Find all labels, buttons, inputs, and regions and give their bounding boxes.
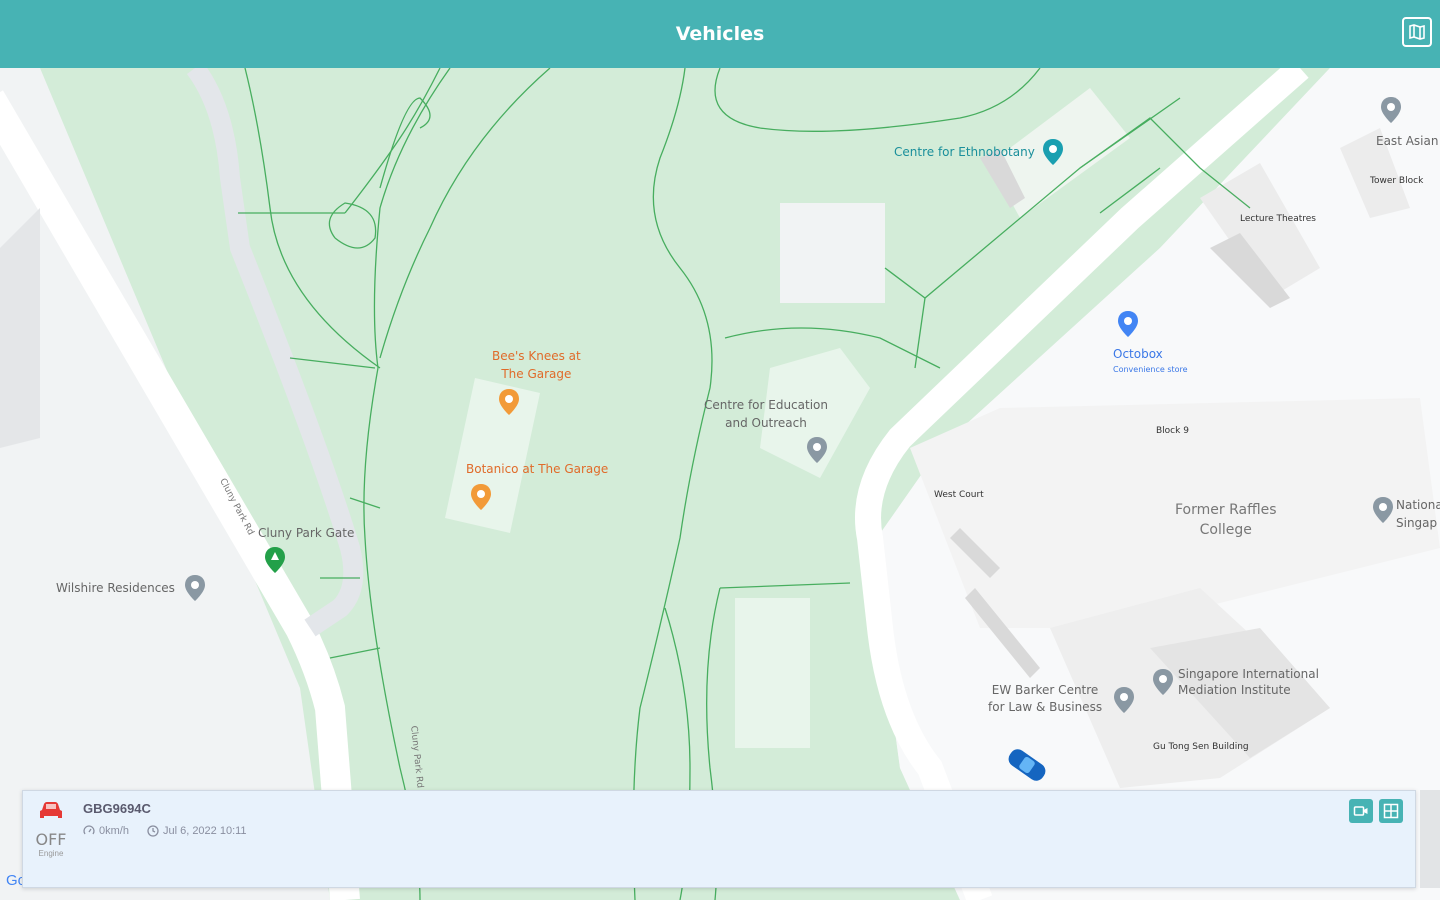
- vehicle-speed: 0km/h: [99, 825, 129, 837]
- building-label-gu-tong-sen: Gu Tong Sen Building: [1153, 742, 1249, 752]
- video-camera-icon: [1353, 806, 1368, 816]
- vehicle-meta: 0km/h Jul 6, 2022 10:11: [83, 825, 247, 837]
- map-view[interactable]: Centre for Ethnobotany East Asian Tower …: [0, 68, 1440, 900]
- vehicle-card[interactable]: OFF Engine GBG9694C 0km/h Jul 6, 2022 10…: [22, 790, 1416, 888]
- multi-view-button[interactable]: [1379, 799, 1403, 823]
- building-label-tower-block: Tower Block: [1370, 176, 1424, 186]
- building-label-block-9: Block 9: [1156, 426, 1189, 436]
- poi-label-ew-barker[interactable]: EW Barker Centre for Law & Business: [988, 682, 1102, 716]
- gray-pin-icon[interactable]: [1372, 496, 1394, 524]
- poi-label-sg-mediation[interactable]: Singapore International Mediation Instit…: [1178, 666, 1319, 698]
- poi-label-national-singapore[interactable]: National Singap: [1396, 496, 1440, 532]
- area-label-former-raffles: Former Raffles College: [1175, 502, 1277, 538]
- building-label-west-court: West Court: [934, 490, 984, 500]
- gray-pin-icon[interactable]: [1113, 686, 1135, 714]
- vehicle-actions: [1349, 799, 1403, 823]
- grid-view-icon: [1383, 803, 1399, 819]
- poi-label-botanico[interactable]: Botanico at The Garage: [466, 460, 608, 478]
- poi-label-east-asian[interactable]: East Asian: [1376, 132, 1438, 150]
- engine-state-text: OFF: [35, 830, 67, 849]
- video-camera-button[interactable]: [1349, 799, 1373, 823]
- car-status-icon: [40, 802, 62, 818]
- side-panel-tab[interactable]: [1420, 790, 1440, 888]
- orange-food-pin-icon[interactable]: [498, 388, 520, 416]
- poi-sublabel-octobox: Convenience store: [1113, 365, 1188, 374]
- poi-label-bees-knees[interactable]: Bee's Knees at The Garage: [492, 347, 581, 383]
- green-park-pin-icon[interactable]: [264, 546, 286, 574]
- page-title: Vehicles: [675, 23, 765, 45]
- vehicle-plate: GBG9694C: [83, 801, 151, 816]
- engine-label: Engine: [38, 849, 64, 858]
- orange-food-pin-icon[interactable]: [470, 483, 492, 511]
- map-view-toggle-button[interactable]: [1402, 17, 1432, 47]
- gray-pin-icon[interactable]: [806, 436, 828, 464]
- speedometer-icon: [83, 825, 95, 835]
- map-icon: [1409, 24, 1425, 40]
- vehicle-timestamp: Jul 6, 2022 10:11: [162, 825, 247, 837]
- teal-pin-icon[interactable]: [1042, 138, 1064, 166]
- blue-store-pin-icon[interactable]: [1117, 310, 1139, 338]
- poi-label-centre-education[interactable]: Centre for Education and Outreach: [704, 396, 828, 432]
- poi-label-wilshire-residences[interactable]: Wilshire Residences: [56, 579, 175, 597]
- poi-label-centre-ethnobotany[interactable]: Centre for Ethnobotany: [894, 143, 1035, 161]
- engine-status: OFF Engine: [31, 801, 71, 858]
- gray-pin-icon[interactable]: [1152, 668, 1174, 696]
- gray-pin-icon[interactable]: [184, 574, 206, 602]
- clock-icon: [147, 825, 159, 837]
- poi-label-cluny-park-gate[interactable]: Cluny Park Gate: [258, 524, 354, 542]
- gray-pin-icon[interactable]: [1380, 96, 1402, 124]
- building-label-lecture-theatres: Lecture Theatres: [1240, 214, 1316, 224]
- app-header: Vehicles: [0, 0, 1440, 68]
